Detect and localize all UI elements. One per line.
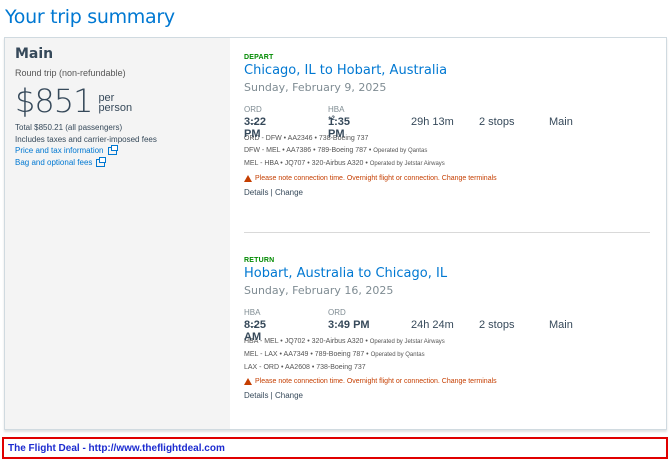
total-price: Total $850.21 (all passengers)	[15, 123, 123, 132]
segment-line: HBA - MEL • JQ702 • 320-Airbus A320 • Op…	[244, 336, 654, 348]
operated-by: Operated by Jetstar Airways	[369, 339, 445, 345]
stops: 2 stops	[479, 319, 515, 331]
bag-fees-label: Bag and optional fees	[15, 158, 93, 167]
day-offset: +2	[328, 116, 335, 122]
segment-line: ORD - DFW • AA2346 • 738-Boeing 737	[244, 133, 654, 144]
slice-route: Hobart, Australia to Chicago, IL	[244, 266, 448, 281]
destination-code: HBA	[328, 105, 345, 114]
details-link[interactable]: Details	[244, 188, 268, 197]
external-window-icon	[96, 157, 107, 167]
price-tax-info-label: Price and tax information	[15, 146, 104, 155]
page-title: Your trip summary	[5, 6, 175, 28]
return-slice: RETURN Hobart, Australia to Chicago, IL …	[244, 257, 654, 400]
slice-actions: Details | Change	[244, 188, 304, 197]
connection-warning: Please note connection time. Overnight f…	[244, 376, 654, 387]
cabin: Main	[549, 319, 573, 331]
trip-summary-card: Main Round trip (non-refundable) $851 pe…	[4, 37, 667, 430]
flight-times: 3:22 PM → 1:35 PM +2 29h 13m 2 stops Main	[244, 116, 654, 140]
arrow-right-icon: →	[248, 319, 259, 331]
flight-deal-banner: The Flight Deal - http://www.theflightde…	[2, 437, 668, 459]
stops: 2 stops	[479, 116, 515, 128]
person-label: person	[98, 102, 133, 114]
fare-panel: Main Round trip (non-refundable) $851 pe…	[5, 38, 230, 429]
operated-by: Operated by Jetstar Airways	[369, 161, 445, 167]
fare-name: Main	[15, 46, 54, 62]
origin-code: ORD	[244, 105, 262, 114]
slice-route: Chicago, IL to Hobart, Australia	[244, 63, 448, 78]
destination-code: ORD	[328, 308, 346, 317]
segment-info: DFW - MEL • AA7386 • 789-Boeing 787 •	[244, 147, 374, 154]
warning-icon	[244, 378, 252, 385]
segment-line: MEL - HBA • JQ707 • 320-Airbus A320 • Op…	[244, 158, 654, 170]
external-window-icon	[107, 145, 118, 155]
slice-date: Sunday, February 9, 2025	[244, 81, 387, 94]
details-link[interactable]: Details	[244, 391, 268, 400]
arrow-right-icon: →	[248, 116, 259, 128]
airport-codes: ORD HBA	[244, 105, 654, 115]
slice-label: DEPART	[244, 54, 274, 61]
slice-divider	[244, 232, 650, 233]
airport-codes: HBA ORD	[244, 308, 654, 318]
depart-slice: DEPART Chicago, IL to Hobart, Australia …	[244, 54, 654, 197]
price-tax-info-link[interactable]: Price and tax information	[15, 145, 220, 157]
duration: 24h 24m	[411, 319, 454, 331]
price-row: $851 per person	[15, 82, 220, 120]
change-link[interactable]: Change	[275, 391, 303, 400]
change-link[interactable]: Change	[275, 188, 303, 197]
arrival-time: 3:49 PM	[328, 319, 370, 331]
operated-by: Operated by Qantas	[370, 352, 425, 358]
segment-line: MEL - LAX • AA7349 • 789-Boeing 787 • Op…	[244, 349, 654, 361]
warning-text: Please note connection time. Overnight f…	[255, 175, 497, 182]
segment-line: LAX - ORD • AA2608 • 738-Boeing 737	[244, 362, 654, 373]
slice-actions: Details | Change	[244, 391, 304, 400]
segment-info: LAX - ORD • AA2608 • 738-Boeing 737	[244, 364, 366, 371]
price-amount: $851	[15, 82, 93, 120]
per-person-label: per person	[98, 93, 133, 114]
warning-icon	[244, 175, 252, 182]
banner-text: The Flight Deal - http://www.theflightde…	[8, 443, 225, 454]
operated-by: Operated by Qantas	[373, 148, 428, 154]
bag-fees-link[interactable]: Bag and optional fees	[15, 157, 220, 169]
cabin: Main	[549, 116, 573, 128]
warning-text: Please note connection time. Overnight f…	[255, 378, 497, 385]
duration: 29h 13m	[411, 116, 454, 128]
segment-info: MEL - LAX • AA7349 • 789-Boeing 787 •	[244, 351, 371, 358]
taxes-note: Includes taxes and carrier-imposed fees	[15, 135, 157, 144]
segment-line: DFW - MEL • AA7386 • 789-Boeing 787 • Op…	[244, 145, 654, 157]
flight-times: 8:25 AM → 3:49 PM 24h 24m 2 stops Main	[244, 319, 654, 343]
slice-date: Sunday, February 16, 2025	[244, 284, 394, 297]
connection-warning: Please note connection time. Overnight f…	[244, 173, 654, 184]
slice-label: RETURN	[244, 257, 275, 264]
fare-type: Round trip (non-refundable)	[15, 68, 126, 78]
origin-code: HBA	[244, 308, 261, 317]
segment-info: MEL - HBA • JQ707 • 320-Airbus A320 •	[244, 160, 370, 167]
